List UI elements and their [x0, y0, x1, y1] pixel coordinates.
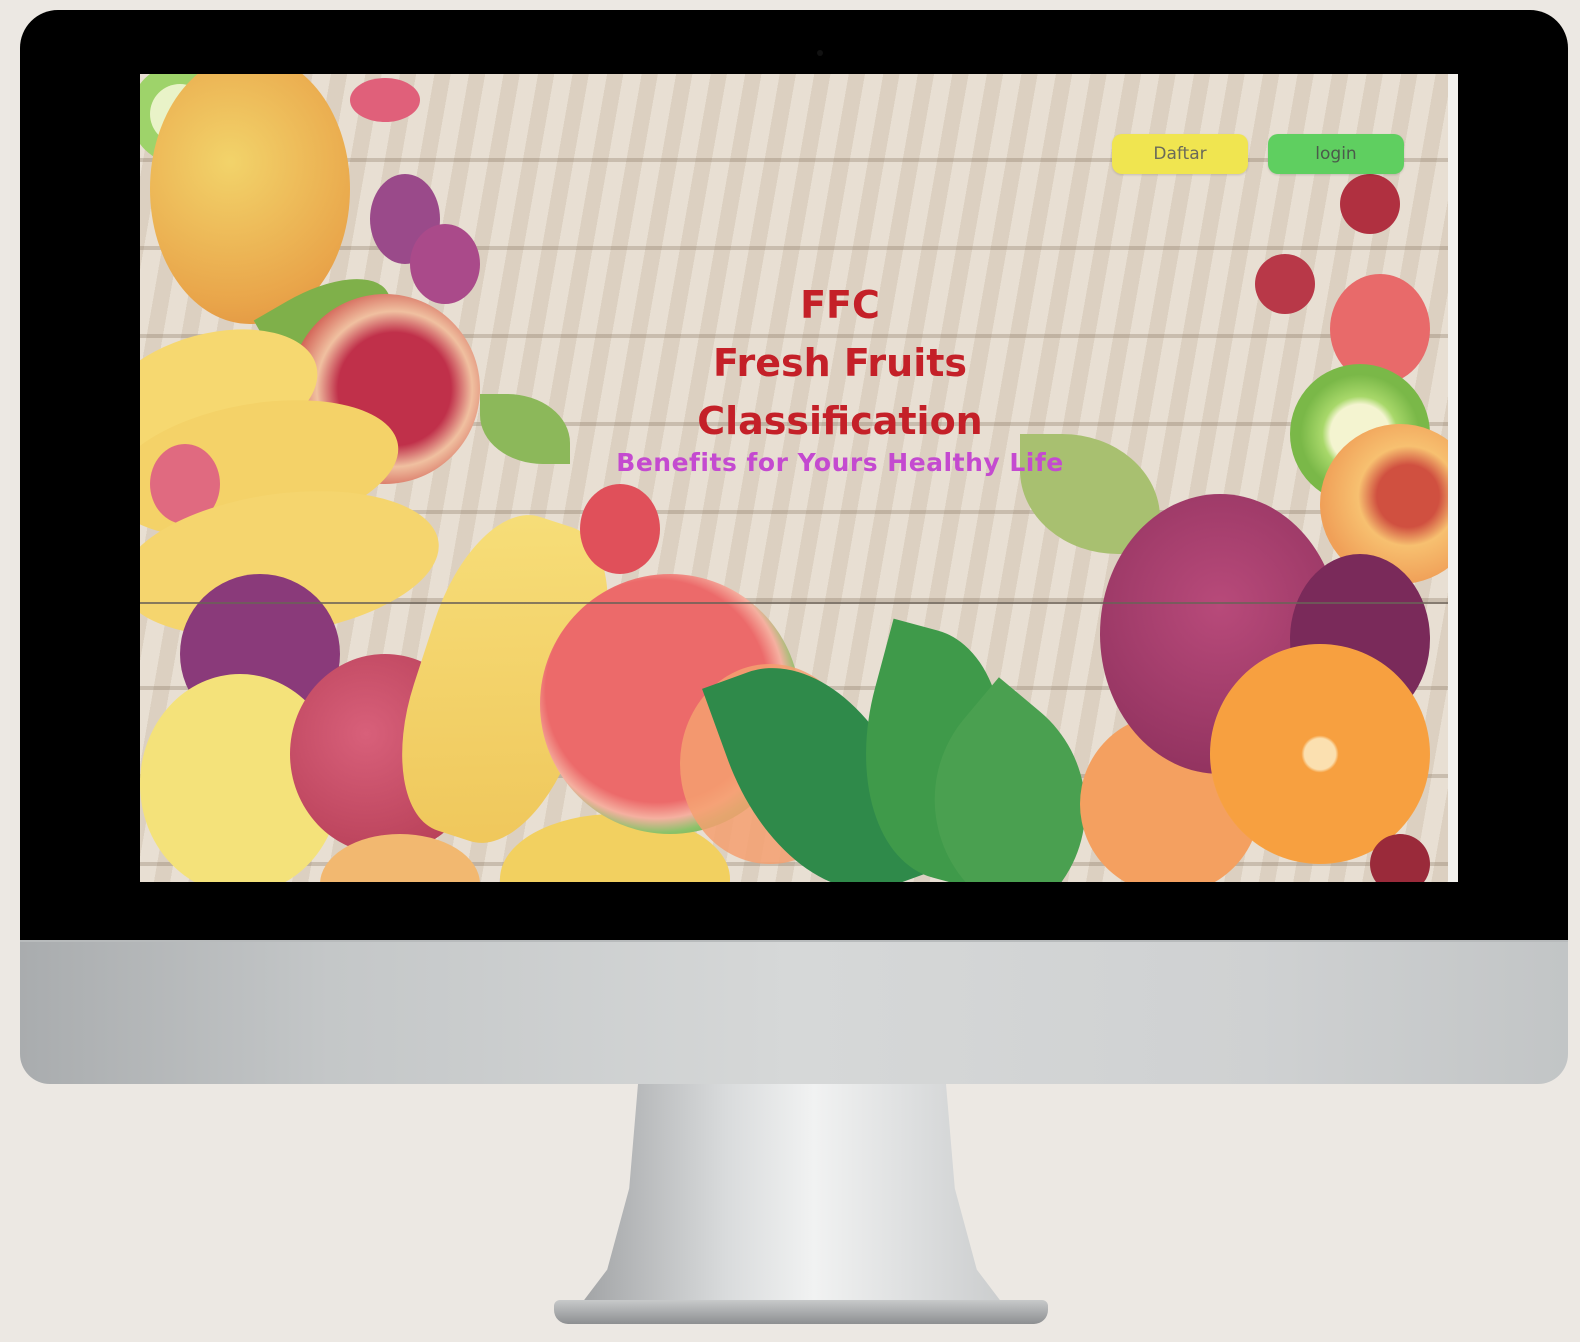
register-button[interactable]: Daftar	[1112, 134, 1248, 174]
hero-tagline: Benefits for Yours Healthy Life	[616, 448, 1064, 477]
hero-title-line3: Classification	[697, 399, 983, 443]
hero-title-acronym: FFC	[800, 283, 880, 327]
monitor-chin	[20, 942, 1568, 1084]
camera-icon	[817, 50, 823, 56]
screen-scrollbar-edge	[1448, 74, 1458, 882]
monitor-stand	[572, 1084, 1012, 1316]
section-divider	[140, 602, 1458, 604]
hero-title-line2: Fresh Fruits	[712, 341, 968, 385]
app-screen: Daftar login FFC Fresh Fruits Classifica…	[140, 74, 1458, 882]
login-button[interactable]: login	[1268, 134, 1404, 174]
hero-section: FFC Fresh Fruits Classification Benefits…	[560, 276, 1120, 477]
monitor-stand-base	[554, 1300, 1048, 1324]
